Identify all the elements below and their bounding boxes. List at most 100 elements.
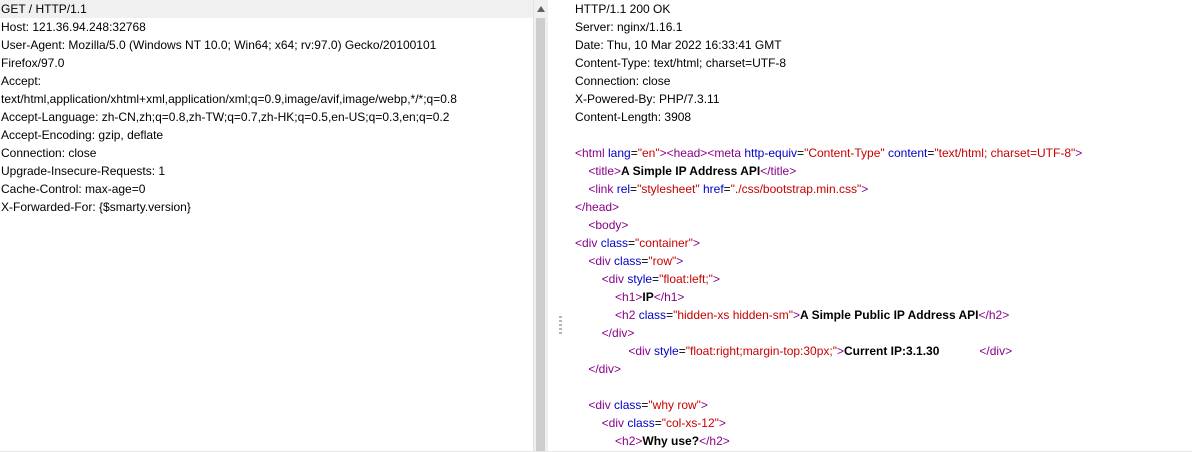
html-source-line: <div class="row">	[572, 252, 1192, 270]
code-token: =	[628, 236, 636, 250]
html-source-line: <title>A Simple IP Address API</title>	[572, 162, 1192, 180]
code-token: A Simple IP Address API	[621, 164, 761, 178]
code-token: class	[614, 254, 642, 268]
code-token: "float:left;"	[659, 272, 713, 286]
code-token: <div	[588, 398, 615, 412]
code-token: "en"	[637, 146, 660, 160]
pane-splitter[interactable]	[548, 0, 572, 452]
code-token: "text/html; charset=UTF-8"	[934, 146, 1076, 160]
code-token: >	[1075, 146, 1083, 160]
code-token: style	[654, 344, 679, 358]
code-token: <div	[628, 344, 655, 358]
code-token: </div>	[588, 362, 622, 376]
code-token: "Content-Type"	[804, 146, 885, 160]
code-token: >	[718, 416, 726, 430]
code-token: "hidden-xs hidden-sm"	[673, 308, 793, 322]
code-token: </h2>	[699, 434, 730, 448]
request-line: Accept-Encoding: gzip, deflate	[1, 128, 164, 142]
code-token: >	[861, 182, 869, 196]
code-token: =	[654, 416, 662, 430]
code-token: class	[638, 308, 667, 322]
code-token: <body>	[588, 218, 629, 232]
code-token: content	[887, 146, 928, 160]
code-token: "./css/bootstrap.min.css"	[730, 182, 862, 196]
response-viewer[interactable]: HTTP/1.1 200 OK Server: nginx/1.16.1 Date:…	[572, 0, 1192, 452]
code-token: IP	[642, 290, 654, 304]
code-token: "stylesheet"	[637, 182, 700, 196]
html-source-line: <body>	[572, 216, 1192, 234]
html-source-line: <h2>Why use?</h2>	[572, 432, 1192, 450]
code-token: "container"	[635, 236, 693, 250]
code-token: <h2	[615, 308, 639, 322]
response-headers: HTTP/1.1 200 OK Server: nginx/1.16.1 Date:…	[572, 0, 1192, 126]
html-source-line: </head>	[572, 198, 1192, 216]
code-token: <title>	[588, 164, 622, 178]
code-token: >	[793, 308, 801, 322]
code-token: </h2>	[978, 308, 1010, 322]
triangle-up-icon	[537, 5, 545, 12]
code-token: =	[797, 146, 805, 160]
html-source-line: <h2 class="hidden-xs hidden-sm">A Simple…	[572, 306, 1192, 324]
response-header-line: X-Powered-By: PHP/7.3.11	[575, 92, 720, 106]
request-editor[interactable]: GET / HTTP/1.1 Host: 121.36.94.248:32768 U…	[0, 0, 533, 452]
code-token: rel	[616, 182, 631, 196]
request-line: GET / HTTP/1.1	[0, 0, 533, 18]
code-token: "why row"	[648, 398, 701, 412]
request-scrollbar[interactable]	[533, 0, 548, 452]
code-token: =	[630, 182, 638, 196]
code-token: </head>	[575, 200, 620, 214]
request-line: Connection: close	[1, 146, 97, 160]
request-line: User-Agent: Mozilla/5.0 (Windows NT 10.0…	[1, 38, 437, 52]
code-token: "row"	[648, 254, 677, 268]
code-token: >	[837, 344, 845, 358]
request-text[interactable]: GET / HTTP/1.1 Host: 121.36.94.248:32768 U…	[0, 0, 533, 216]
html-source-line: <html lang="en"><head><meta http-equiv="…	[572, 144, 1192, 162]
code-token: >	[712, 272, 720, 286]
code-token: </title>	[760, 164, 797, 178]
response-header-line: Date: Thu, 10 Mar 2022 16:33:41 GMT	[575, 38, 782, 52]
scrollbar-thumb[interactable]	[536, 18, 545, 452]
html-source-line: <div class="container">	[572, 234, 1192, 252]
code-token: ><head><meta	[659, 146, 745, 160]
code-token: <link	[588, 182, 617, 196]
code-token: =	[723, 182, 731, 196]
scroll-up-button[interactable]	[534, 0, 548, 17]
code-token: </h1>	[653, 290, 685, 304]
request-line: text/html,application/xhtml+xml,applicat…	[1, 92, 457, 106]
drag-grip-icon[interactable]	[559, 316, 562, 336]
request-line: Accept-Language: zh-CN,zh;q=0.8,zh-TW;q=…	[1, 110, 450, 124]
request-line: Firefox/97.0	[1, 56, 65, 70]
code-token: >	[676, 254, 684, 268]
code-token: Why use?	[642, 434, 700, 448]
code-token: =	[630, 146, 638, 160]
response-header-line: Content-Length: 3908	[575, 110, 692, 124]
response-header-line: Content-Type: text/html; charset=UTF-8	[575, 56, 787, 70]
html-source-line: <div style="float:left;">	[572, 270, 1192, 288]
code-token: class	[627, 416, 655, 430]
code-token: lang	[608, 146, 631, 160]
code-token: <div	[601, 272, 628, 286]
code-token: "float:right;margin-top:30px;"	[685, 344, 837, 358]
code-token: <div	[588, 254, 615, 268]
code-token: </div>	[601, 326, 635, 340]
code-token: </div>	[979, 344, 1013, 358]
html-source-line: </div>	[572, 360, 1192, 378]
html-source-line	[572, 378, 1192, 396]
html-source-line: </div>	[572, 324, 1192, 342]
code-token: <h1>	[615, 290, 643, 304]
response-body: <html lang="en"><head><meta http-equiv="…	[572, 144, 1192, 450]
request-line: Upgrade-Insecure-Requests: 1	[1, 164, 166, 178]
request-line: X-Forwarded-For: {$smarty.version}	[1, 200, 191, 214]
html-source-line: <div class="col-xs-12">	[572, 414, 1192, 432]
code-token: >	[700, 398, 708, 412]
code-token: http-equiv	[744, 146, 798, 160]
html-source-line: <link rel="stylesheet" href="./css/boots…	[572, 180, 1192, 198]
